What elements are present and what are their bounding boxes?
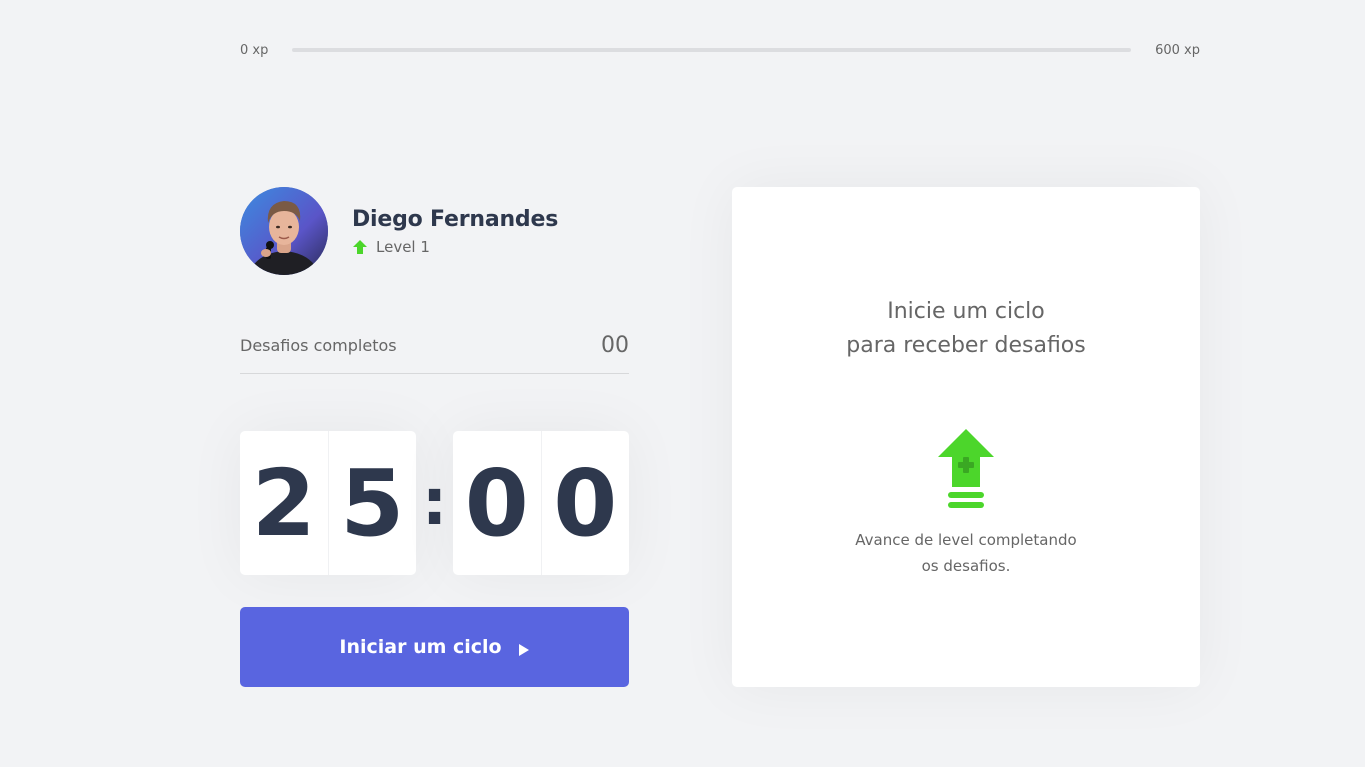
completed-challenges-count: 00 [601,333,629,358]
avatar [240,187,328,275]
challenge-title: Inicie um ciclo para receber desafios [786,295,1146,363]
minute-digit-right: 5 [327,431,417,575]
completed-challenges-label: Desafios completos [240,336,397,355]
minute-digit-left: 2 [251,449,316,557]
second-digit-right: 0 [540,431,630,575]
profile-name: Diego Fernandes [352,206,559,232]
profile: Diego Fernandes Level 1 [240,187,558,275]
challenge-hint-line2: os desafios. [921,557,1011,575]
level-up-icon [936,427,996,509]
profile-info: Diego Fernandes Level 1 [352,207,558,256]
challenge-box: Inicie um ciclo para receber desafios Av… [732,187,1200,687]
challenge-hint-line1: Avance de level completando [855,531,1077,549]
completed-challenges: Desafios completos 00 [240,328,629,374]
start-cycle-label: Iniciar um ciclo [339,636,502,658]
green-arrow-up-icon [352,239,368,255]
second-digit-left: 0 [464,449,529,557]
xp-track [292,48,1132,52]
countdown-separator: : [421,466,448,540]
start-cycle-button[interactable]: Iniciar um ciclo [240,607,629,687]
moveit-page: 0 xp 600 xp Diego Fernandes Level 1 Desa… [0,0,1365,767]
experience-bar: 0 xp 600 xp [240,40,1200,60]
play-icon [518,640,530,656]
countdown-seconds: 0 0 [453,431,629,575]
challenge-title-line1: Inicie um ciclo [887,299,1045,324]
profile-level: Level 1 [352,238,558,256]
countdown-minutes: 2 5 [240,431,416,575]
countdown: 2 5 : 0 0 [240,431,629,575]
avatar-image [240,187,328,275]
xp-min-label: 0 xp [240,42,269,58]
challenge-hint: Avance de level completando os desafios. [846,527,1086,579]
challenge-title-line2: para receber desafios [846,333,1086,358]
level-label: Level 1 [376,237,430,256]
xp-max-label: 600 xp [1155,42,1200,58]
